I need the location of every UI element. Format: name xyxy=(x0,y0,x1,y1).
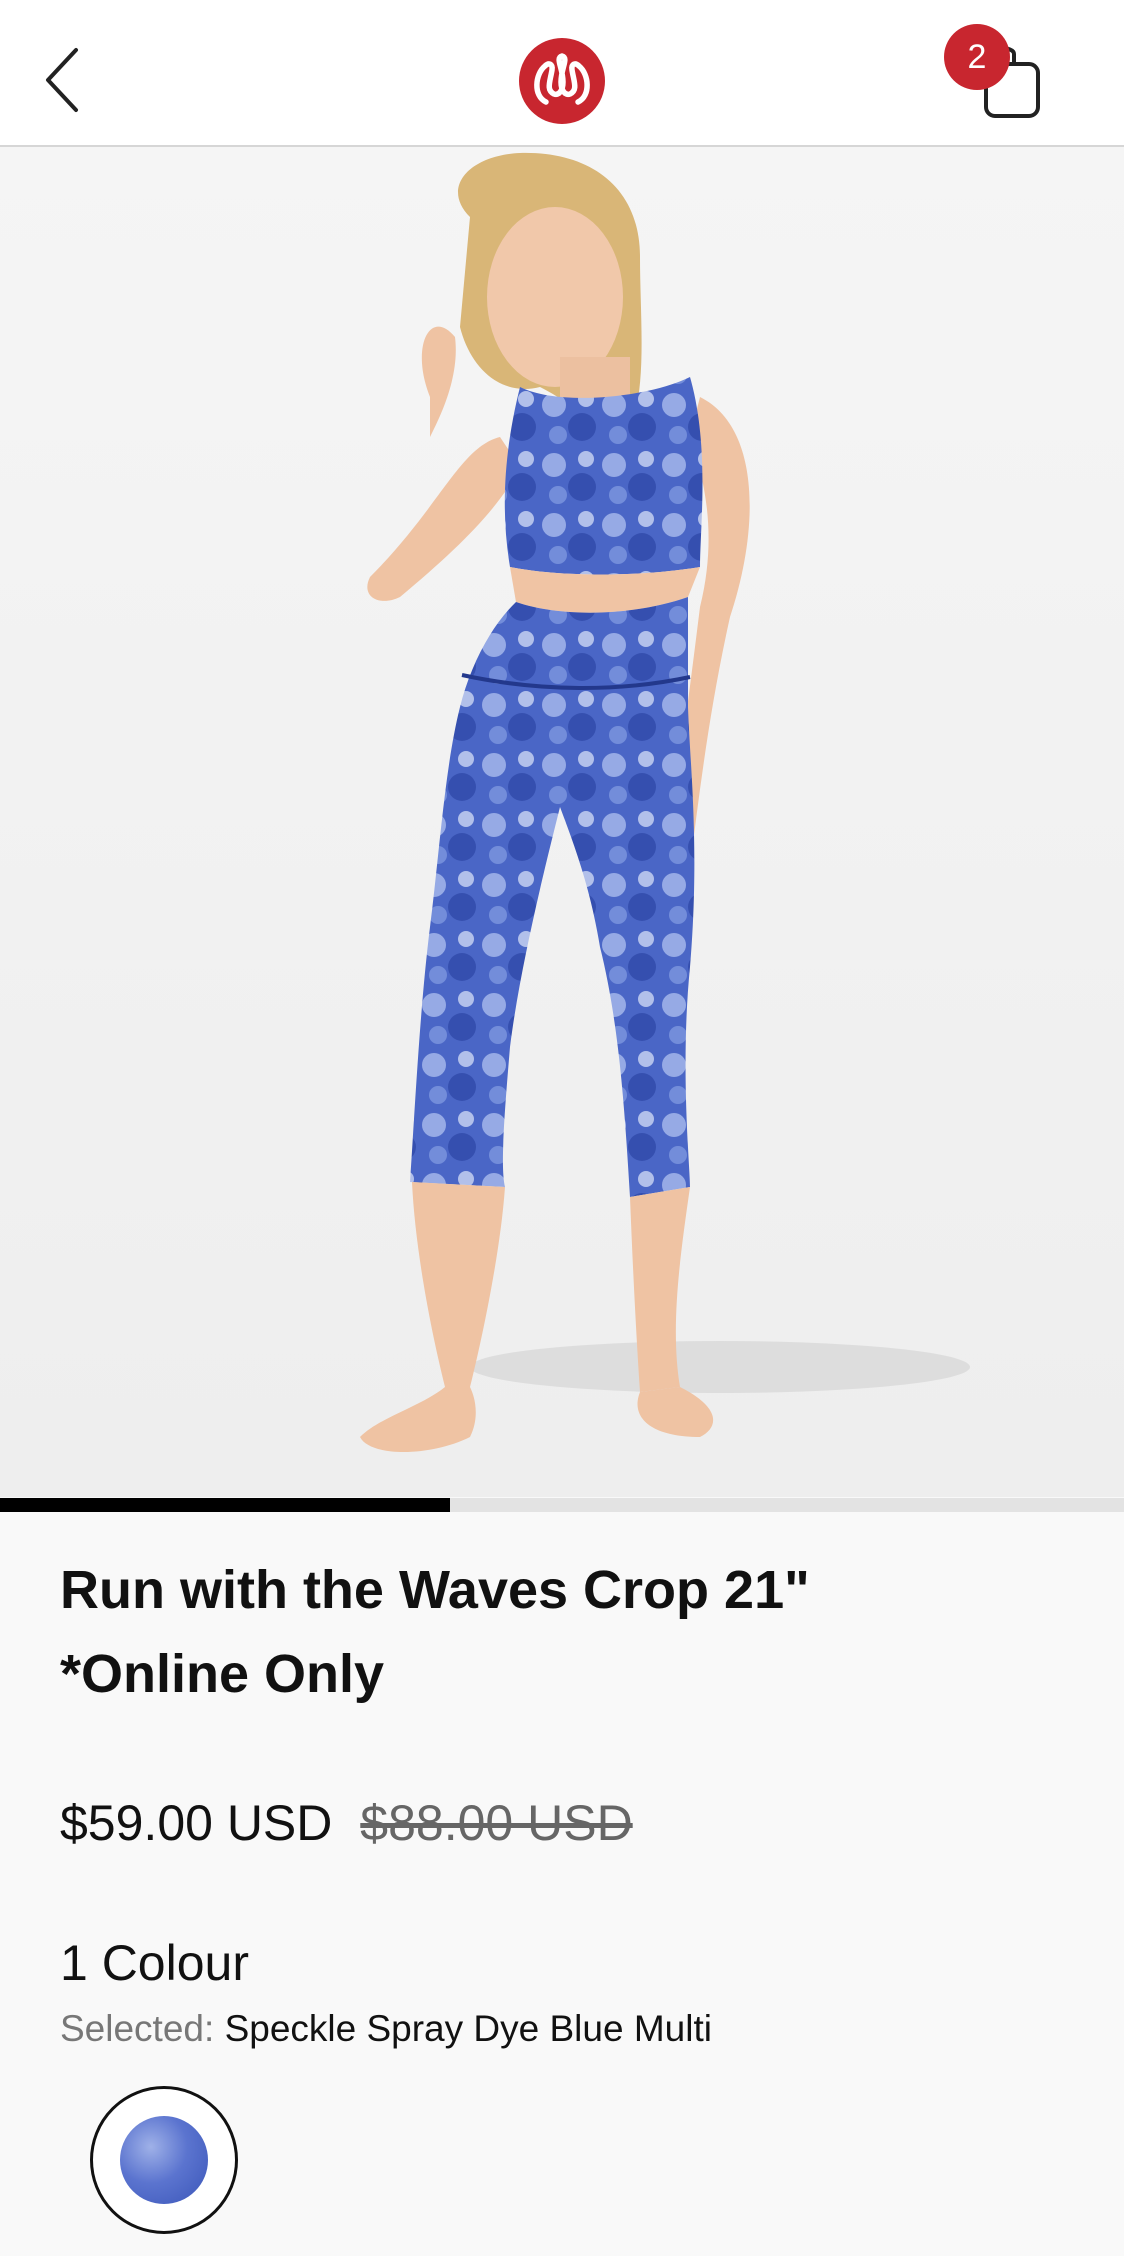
lululemon-logo[interactable] xyxy=(519,38,605,124)
product-title-line1: Run with the Waves Crop 21" xyxy=(60,1560,810,1620)
bag-count-badge: 2 xyxy=(944,24,1010,90)
model-photo xyxy=(0,147,1124,1497)
selected-colour-name: Speckle Spray Dye Blue Multi xyxy=(224,2008,712,2049)
original-price: $88.00 USD xyxy=(360,1795,633,1851)
colour-swatch-speckle-spray-dye-blue-multi[interactable] xyxy=(90,2086,238,2234)
selected-label: Selected: xyxy=(60,2008,215,2049)
sale-price: $59.00 USD xyxy=(60,1795,333,1851)
back-button[interactable] xyxy=(40,44,90,116)
gallery-progress-bar xyxy=(0,1498,1124,1512)
product-title-line2: *Online Only xyxy=(60,1644,385,1704)
product-image[interactable] xyxy=(0,147,1124,1497)
gallery-progress-fill xyxy=(0,1498,450,1512)
top-bar: 2 xyxy=(0,0,1124,147)
colour-count: 1 Colour xyxy=(60,1935,249,1991)
swatch-colour-chip xyxy=(120,2116,208,2204)
chevron-left-icon xyxy=(46,48,78,112)
price-row: $59.00 USD $88.00 USD xyxy=(60,1790,633,1856)
selected-colour: Selected: Speckle Spray Dye Blue Multi xyxy=(60,2004,712,2054)
product-title: Run with the Waves Crop 21" *Online Only xyxy=(60,1548,1060,1716)
shopping-bag-button[interactable]: 2 xyxy=(940,20,1050,125)
